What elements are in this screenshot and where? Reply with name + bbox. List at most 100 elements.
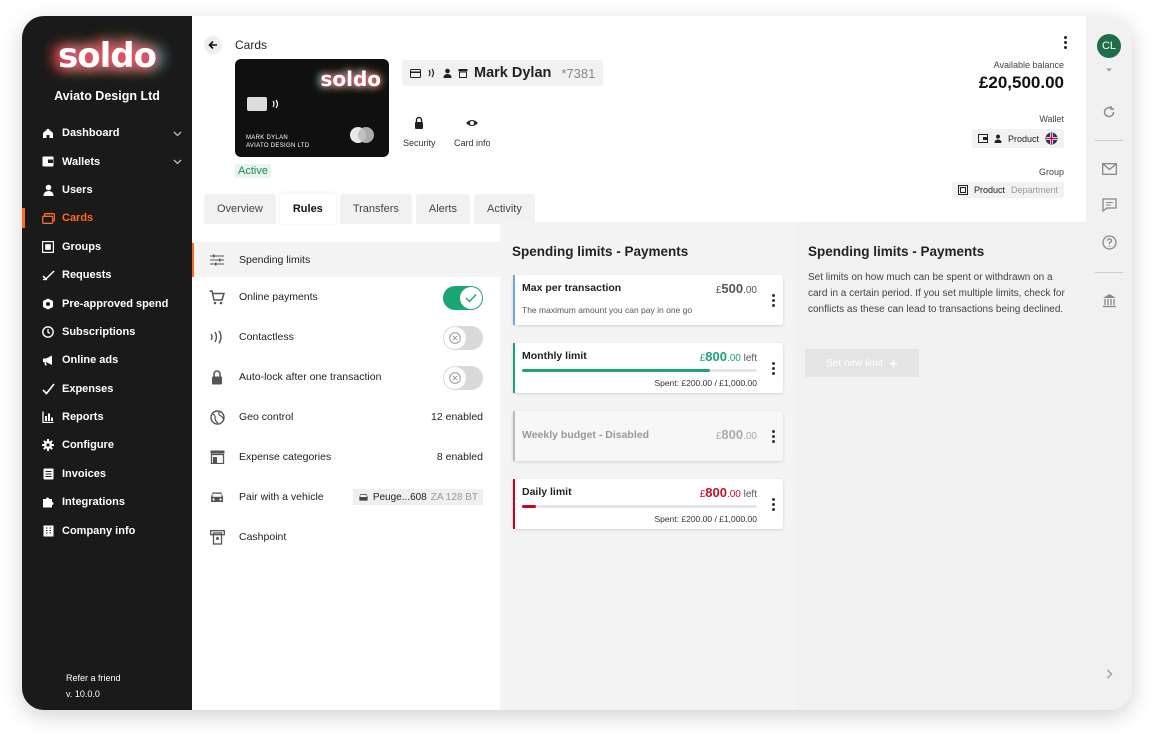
card-status-badge: Active [235,164,271,178]
chevron-down-icon[interactable] [173,128,182,140]
security-button[interactable]: Security [403,116,436,148]
rule-label: Cashpoint [239,531,287,543]
bank-icon[interactable] [1101,292,1117,308]
sidebar-item-invoices[interactable]: Invoices [22,460,192,488]
vehicle-chip[interactable]: Peuge...608 ZA 128 BT [352,489,483,505]
rule-geo-control[interactable]: Geo control 12 enabled [192,397,500,437]
tab-activity[interactable]: Activity [473,194,535,224]
sidebar-item-groups[interactable]: Groups [22,233,192,261]
limit-card-monthly-limit[interactable]: Monthly limit £800.00 left Spent: £200.00 … [513,343,783,393]
group-type: Department [1010,185,1058,195]
card-logo: soldo [320,67,381,91]
limit-more-button[interactable] [771,498,775,511]
sidebar-item-company-info[interactable]: Company info [22,516,192,544]
car-icon [359,493,368,501]
tab-transfers[interactable]: Transfers [339,194,412,224]
rule-label: Spending limits [239,254,311,266]
more-options-button[interactable] [1062,36,1068,49]
limit-more-button[interactable] [771,294,775,307]
sidebar-item-integrations[interactable]: Integrations [22,488,192,516]
card-chip [247,97,267,111]
rule-auto-lock-after-one-transaction[interactable]: Auto-lock after one transaction [192,357,500,397]
sidebar-item-pre-approved-spend[interactable]: Pre-approved spend [22,289,192,317]
card-last-digits: *7381 [561,65,596,81]
rule-expense-categories[interactable]: Expense categories 8 enabled [192,437,500,477]
refer-a-friend-link[interactable]: Refer a friend [66,673,121,683]
limit-card-daily-limit[interactable]: Daily limit £800.00 left Spent: £200.00 / … [513,479,783,529]
avatar[interactable]: CL [1097,34,1121,58]
rule-label: Geo control [239,411,294,423]
limit-amount-value: 500 [721,281,744,296]
sidebar-item-label: Groups [62,240,102,253]
limit-more-button[interactable] [771,362,775,375]
refresh-icon[interactable] [1101,104,1117,120]
available-balance: £20,500.00 [978,73,1064,92]
groups-icon [957,185,968,195]
company-name: Aviato Design Ltd [54,89,160,103]
sidebar-item-cards[interactable]: Cards [22,204,192,232]
tab-overview[interactable]: Overview [204,194,276,224]
chevron-down-icon[interactable] [173,156,182,168]
limit-card-max-per-transaction[interactable]: Max per transaction £500.00 The maximum am… [513,275,783,325]
limit-amount-suffix: left [740,489,757,500]
right-rail: CL [1086,16,1132,710]
limit-name: Daily limit [522,486,572,498]
rule-online-payments[interactable]: Online payments [192,277,500,317]
car-icon [209,489,225,505]
sidebar-item-label: Subscriptions [62,325,136,338]
sidebar-item-label: Users [62,183,93,196]
help-text: Set limits on how much can be spent or w… [808,272,1065,315]
rule-contactless[interactable]: Contactless [192,317,500,357]
help-icon[interactable] [1101,234,1117,250]
sidebar-item-wallets[interactable]: Wallets [22,147,192,175]
globe-icon [209,409,225,425]
subscriptions-icon [41,325,55,339]
limit-accent [513,275,515,325]
group-chip[interactable]: Product Department [951,182,1064,198]
limit-card-weekly-budget-disabled[interactable]: Weekly budget - Disabled £800.00 [513,411,783,461]
rule-spending-limits[interactable]: Spending limits [192,243,500,277]
rule-toggle[interactable] [443,366,483,390]
breadcrumb[interactable]: Cards [235,38,267,52]
sidebar-item-label: Company info [62,524,136,537]
sidebar-item-label: Wallets [62,155,101,168]
card-image: soldo MARK DYLAN AVIATO DESIGN LTD [235,59,389,157]
sidebar-item-subscriptions[interactable]: Subscriptions [22,318,192,346]
building-icon [41,524,55,538]
sidebar-item-configure[interactable]: Configure [22,431,192,459]
sidebar-item-requests[interactable]: Requests [22,261,192,289]
back-button[interactable] [204,36,222,54]
wallet-chip[interactable]: Product [971,129,1064,148]
tab-rules[interactable]: Rules [279,194,336,224]
rule-cashpoint[interactable]: Cashpoint [192,517,500,557]
limit-progress-fill [522,505,537,508]
sidebar-item-label: Online ads [62,354,119,367]
sidebar-item-online-ads[interactable]: Online ads [22,346,192,374]
lock-icon [415,116,424,129]
balance-label: Available balance [993,60,1064,70]
sidebar-item-dashboard[interactable]: Dashboard [22,119,192,147]
soldo-logo[interactable]: soldo [52,36,162,76]
sidebar-item-reports[interactable]: Reports [22,403,192,431]
megaphone-icon [41,353,55,367]
limit-more-button[interactable] [771,430,775,443]
rule-toggle[interactable] [443,286,483,310]
chevron-right-icon[interactable] [1101,666,1117,682]
card-holder-name: Mark Dylan [474,65,552,81]
expenses-icon [41,382,55,396]
reports-icon [41,410,55,424]
limit-amount: £800.00 left [700,349,757,364]
card-info-button[interactable]: Card info [454,116,491,148]
sidebar-item-users[interactable]: Users [22,176,192,204]
rail-divider [1095,272,1123,273]
rule-toggle[interactable] [443,326,483,350]
sidebar-item-expenses[interactable]: Expenses [22,375,192,403]
main-content: Cards soldo MARK DYLAN AVIATO DESIGN LTD… [192,16,1086,710]
rule-pair-with-a-vehicle[interactable]: Pair with a vehicle Peuge...608 ZA 128 BT [192,477,500,517]
group-name: Product [973,185,1005,195]
mail-icon[interactable] [1101,161,1117,177]
chat-icon[interactable] [1101,197,1117,213]
set-new-limit-button[interactable]: Set new limit [805,349,919,377]
tab-alerts[interactable]: Alerts [415,194,470,224]
chevron-down-icon[interactable] [1101,62,1117,78]
